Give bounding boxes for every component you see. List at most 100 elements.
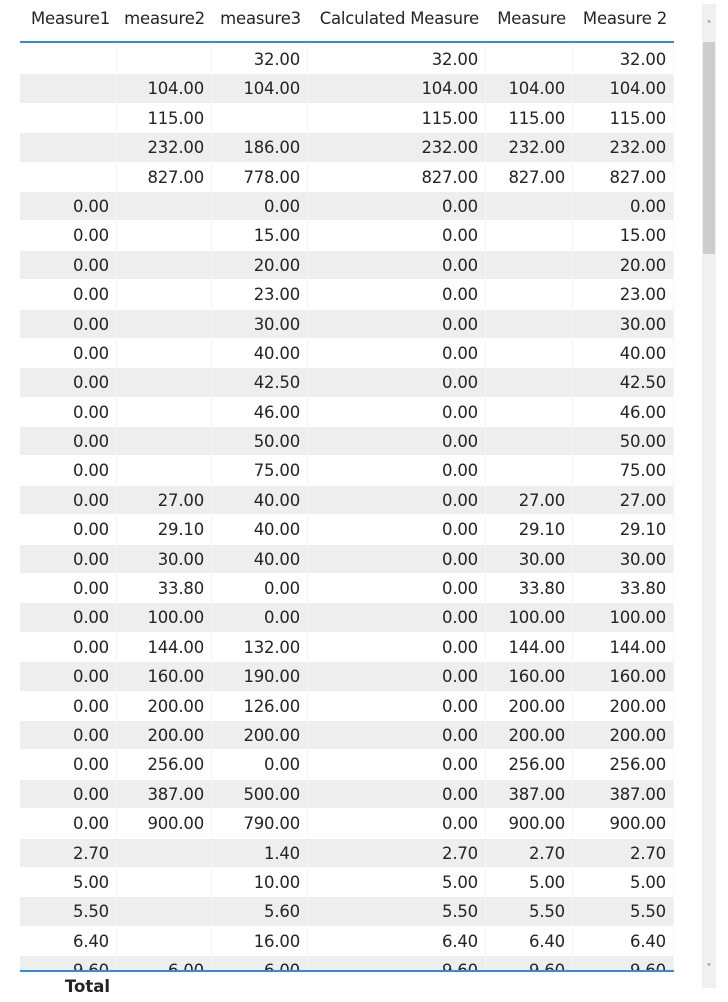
table-cell: 900.00: [486, 809, 573, 838]
table-cell: 30.00: [486, 544, 573, 574]
table-visual: Measure1 measure2 measure3 Calculated Me…: [0, 0, 728, 1000]
column-header-measure3[interactable]: measure3: [212, 0, 308, 42]
table-row[interactable]: 0.00 160.00 190.00 0.00 160.00 160.00: [20, 662, 674, 692]
total-row: Total: [20, 972, 674, 1000]
table-row[interactable]: 9.606.006.009.609.609.60: [20, 956, 674, 970]
table-row[interactable]: 0.00 27.00 40.00 0.00 27.00 27.00: [20, 485, 674, 516]
table-cell: [117, 250, 212, 280]
table-cell: 0.00: [212, 191, 308, 221]
scroll-thumb[interactable]: [703, 42, 715, 254]
table-cell: 50.00: [212, 427, 308, 456]
table-cell: 0.00: [308, 221, 486, 250]
table-row[interactable]: 0.00 20.00 0.00 20.00: [20, 250, 674, 281]
column-header-measure-2[interactable]: Measure 2: [573, 0, 674, 42]
table-row[interactable]: 0.00 144.00 132.00 0.00 144.00 144.00: [20, 632, 674, 663]
table-cell: 0.00: [308, 720, 486, 750]
table-row[interactable]: 0.00 50.00 0.00 50.00: [20, 427, 674, 457]
table-cell: 75.00: [212, 456, 308, 485]
column-header-measure[interactable]: Measure: [486, 0, 573, 42]
table-row[interactable]: 2.70 1.40 2.70 2.70 2.70: [20, 838, 674, 868]
table-cell: 115.00: [573, 103, 674, 133]
table-cell: 0.00: [20, 632, 117, 662]
column-header-measure1[interactable]: Measure1: [20, 0, 117, 42]
table-cell: [117, 456, 212, 485]
table-row[interactable]: 5.00 10.00 5.00 5.00 5.00: [20, 867, 674, 898]
table-row[interactable]: 115.00 115.00 115.00 115.00: [20, 103, 674, 134]
table-cell: 387.00: [573, 779, 674, 809]
table-row[interactable]: 827.00 778.00 827.00 827.00 827.00: [20, 162, 674, 192]
table-cell: 200.00: [117, 691, 212, 720]
table-cell: 0.00: [20, 603, 117, 632]
scroll-down-icon[interactable]: ˅: [702, 958, 716, 988]
table-cell: [117, 427, 212, 456]
table-cell: 30.00: [212, 309, 308, 338]
table-cell: 790.00: [212, 809, 308, 838]
table-row[interactable]: 0.00 30.00 40.00 0.00 30.00 30.00: [20, 544, 674, 575]
table-row[interactable]: 0.00 30.00 0.00 30.00: [20, 309, 674, 339]
table-row[interactable]: 5.50 5.60 5.50 5.50 5.50: [20, 897, 674, 927]
table-row[interactable]: 0.00 387.00 500.00 0.00 387.00 387.00: [20, 779, 674, 810]
table-row[interactable]: 32.00 32.00 32.00: [20, 45, 674, 75]
table-cell: [212, 103, 308, 133]
table-row[interactable]: 0.00 100.00 0.00 0.00 100.00 100.00: [20, 603, 674, 633]
table-cell: 200.00: [486, 720, 573, 750]
table-cell: 126.00: [212, 691, 308, 720]
table-row[interactable]: 232.00 186.00 232.00 232.00 232.00: [20, 133, 674, 163]
table-row[interactable]: 0.00 200.00 126.00 0.00 200.00 200.00: [20, 691, 674, 721]
table-cell: 33.80: [573, 574, 674, 603]
table-cell: 0.00: [308, 632, 486, 662]
table-cell: 5.50: [308, 897, 486, 926]
table-cell: [486, 427, 573, 456]
table-cell: 0.00: [308, 250, 486, 280]
table-row[interactable]: 0.00 42.50 0.00 42.50: [20, 368, 674, 398]
table-row[interactable]: 0.00 200.00 200.00 0.00 200.00 200.00: [20, 720, 674, 751]
vertical-scrollbar[interactable]: ˄ ˅: [702, 4, 716, 988]
table-cell: 42.50: [212, 368, 308, 397]
table-cell: 778.00: [212, 162, 308, 191]
table-cell: 0.00: [308, 544, 486, 574]
table-row[interactable]: 0.00 0.00 0.00 0.00: [20, 191, 674, 222]
table-cell: 2.70: [573, 838, 674, 867]
table-row[interactable]: 0.00 46.00 0.00 46.00: [20, 397, 674, 428]
table-cell: 827.00: [573, 162, 674, 191]
table-cell: 27.00: [573, 485, 674, 515]
table-row[interactable]: 104.00 104.00 104.00 104.00 104.00: [20, 74, 674, 104]
table-cell: 0.00: [308, 427, 486, 456]
table-cell: 104.00: [486, 74, 573, 103]
table-cell: 5.00: [308, 867, 486, 897]
table-cell: 0.00: [20, 574, 117, 603]
table-row[interactable]: 0.00 15.00 0.00 15.00: [20, 221, 674, 251]
table-cell: [117, 191, 212, 221]
column-header-measure2[interactable]: measure2: [117, 0, 212, 42]
table-cell: 115.00: [308, 103, 486, 133]
table-cell: 27.00: [486, 485, 573, 515]
table-cell: 46.00: [212, 397, 308, 427]
table-cell: 5.00: [20, 867, 117, 897]
table-cell: 0.00: [212, 603, 308, 632]
column-header-calculated-measure[interactable]: Calculated Measure: [308, 0, 486, 42]
table-cell: 104.00: [212, 74, 308, 103]
table-cell: [20, 103, 117, 133]
table-row[interactable]: 0.00 23.00 0.00 23.00: [20, 280, 674, 310]
table-cell: [486, 45, 573, 74]
table-row[interactable]: 0.00 33.80 0.00 0.00 33.80 33.80: [20, 574, 674, 604]
table-cell: 0.00: [308, 662, 486, 691]
table-cell: 0.00: [20, 779, 117, 809]
table-row[interactable]: 0.00 40.00 0.00 40.00: [20, 338, 674, 369]
table-cell: 0.00: [20, 250, 117, 280]
table-cell: 0.00: [308, 779, 486, 809]
table-row[interactable]: 6.40 16.00 6.40 6.40 6.40: [20, 926, 674, 957]
table-row[interactable]: 0.00 29.10 40.00 0.00 29.10 29.10: [20, 515, 674, 545]
scroll-up-icon[interactable]: ˄: [702, 4, 716, 42]
table-cell: 2.70: [308, 838, 486, 867]
table-cell: 232.00: [117, 133, 212, 162]
table-cell: 0.00: [20, 544, 117, 574]
table-row[interactable]: 0.00 75.00 0.00 75.00: [20, 456, 674, 486]
table-cell: 30.00: [573, 309, 674, 338]
table-cell: 0.00: [20, 427, 117, 456]
table-cell: 144.00: [486, 632, 573, 662]
table-row[interactable]: 0.00 256.00 0.00 0.00 256.00 256.00: [20, 750, 674, 780]
table-row[interactable]: 0.00 900.00 790.00 0.00 900.00 900.00: [20, 809, 674, 839]
table-cell: 0.00: [308, 368, 486, 397]
total-label: Total: [64, 977, 110, 996]
